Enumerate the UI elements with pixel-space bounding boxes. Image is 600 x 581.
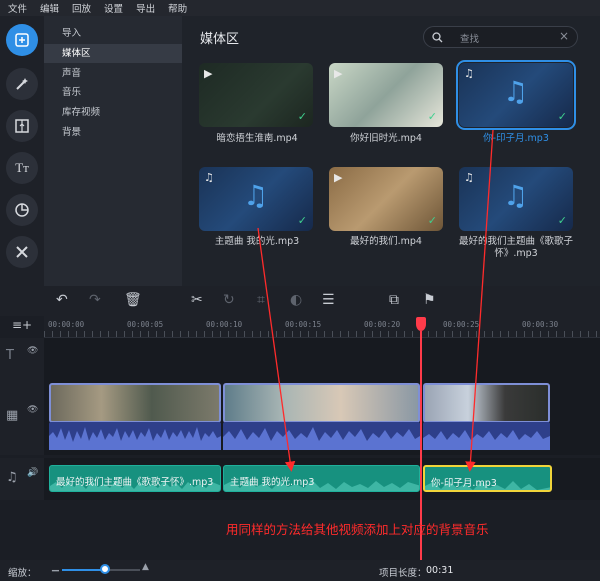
project-length-label: 项目长度： xyxy=(379,568,427,579)
zoom-slider-fill xyxy=(62,569,104,571)
zoom-label: 缩放： xyxy=(8,568,37,579)
annotation-text: 用同样的方法给其他视频添加上对应的背景音乐 xyxy=(226,522,489,537)
zoom-in-icon[interactable]: ▲ xyxy=(142,562,149,572)
zoom-slider-thumb[interactable] xyxy=(100,564,110,574)
zoom-out-icon[interactable]: ▁ xyxy=(52,562,59,572)
project-length-value: 00:31 xyxy=(426,565,454,576)
annotation-arrows xyxy=(257,129,494,472)
